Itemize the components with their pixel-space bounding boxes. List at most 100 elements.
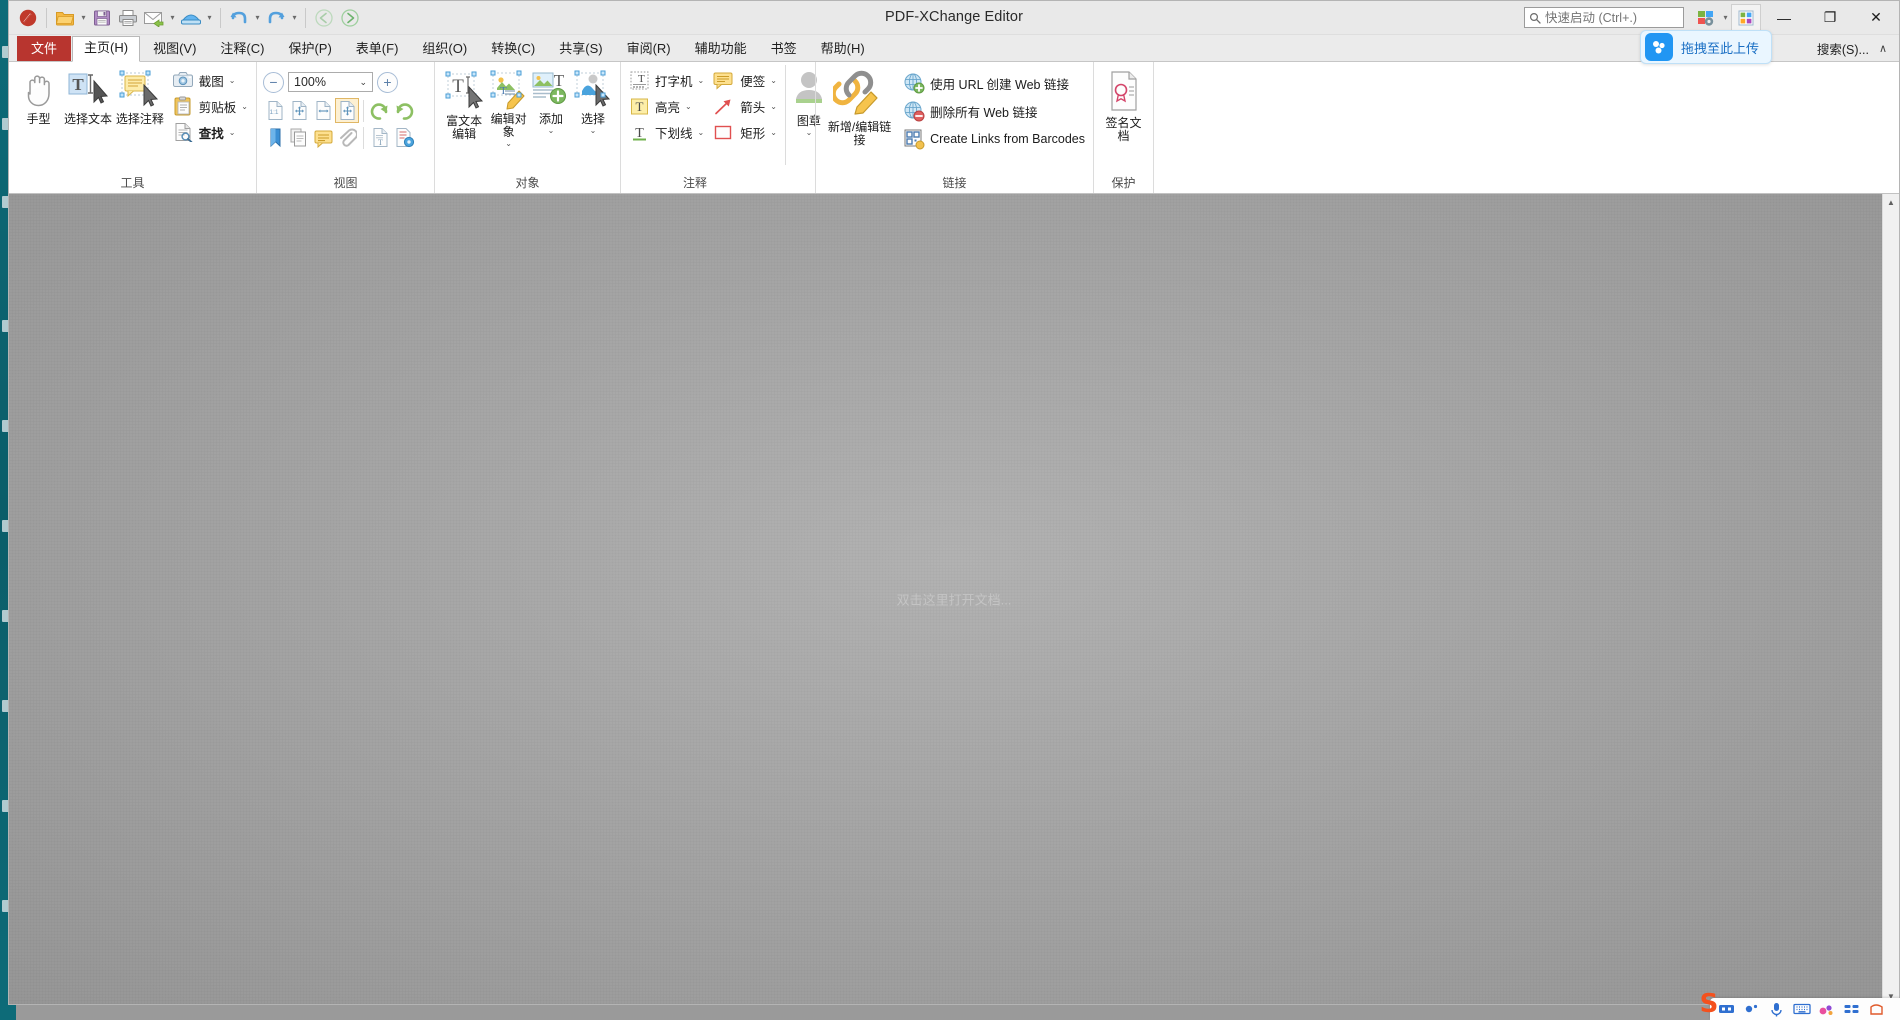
ui-options-icon[interactable] — [1692, 5, 1720, 31]
comment-typewriter[interactable]: T 打字机 ⌄ — [627, 67, 706, 93]
comment-underline[interactable]: T 下划线 ⌄ — [627, 119, 706, 145]
protect-sign-document-label: 签名文档 — [1105, 116, 1142, 143]
comment-arrow-label: 箭头 — [740, 100, 766, 115]
netdisk-upload-pill[interactable]: 拖拽至此上传 — [1639, 30, 1772, 64]
chevron-down-icon[interactable]: ⌄ — [229, 128, 236, 137]
rotate-left-icon[interactable] — [368, 98, 392, 123]
tool-find[interactable]: 查找 ⌄ — [170, 119, 250, 145]
tool-clipboard[interactable]: 剪贴板 ⌄ — [170, 93, 250, 119]
ribbon: 手型 T 选择文本 选择注释 截图 ⌄ 剪贴板 ⌄ 查找 ⌄ 工具 − 100%… — [9, 62, 1899, 194]
tools-small-column: 截图 ⌄ 剪贴板 ⌄ 查找 ⌄ — [170, 65, 250, 145]
vertical-scrollbar[interactable]: ▲ ▼ — [1882, 194, 1899, 1004]
attachments-pane-icon[interactable] — [335, 125, 359, 150]
chevron-down-icon[interactable]: ⌄ — [229, 76, 236, 85]
open-document-hint: 双击这里打开文档... — [896, 592, 1012, 608]
maximize-button[interactable]: ❐ — [1807, 2, 1853, 34]
content-pane-icon[interactable]: T — [368, 125, 392, 150]
ime-softkeyboard-icon[interactable] — [1789, 998, 1814, 1020]
edit-object-icon: T — [488, 69, 530, 111]
ime-skin-icon[interactable] — [1864, 998, 1889, 1020]
fit-width-icon[interactable] — [311, 98, 335, 123]
chevron-down-icon[interactable]: ⌄ — [698, 128, 705, 137]
close-button[interactable]: ✕ — [1853, 2, 1899, 34]
ime-voice-icon[interactable] — [1764, 998, 1789, 1020]
tab-convert[interactable]: 转换(C) — [480, 37, 546, 61]
rotate-right-icon[interactable] — [392, 98, 416, 123]
chevron-down-icon[interactable]: ⌄ — [359, 77, 372, 88]
tab-form[interactable]: 表单(F) — [345, 37, 410, 61]
protect-sign-document[interactable]: 签名文档 — [1100, 65, 1147, 143]
add-web-link-icon — [903, 72, 925, 94]
comments-pane-icon[interactable] — [311, 125, 335, 150]
link-add-edit[interactable]: 新增/编辑链接 — [822, 65, 897, 147]
object-edit[interactable]: T 编辑对象 ⌄ — [487, 65, 530, 148]
object-select[interactable]: 选择 ⌄ — [572, 65, 614, 135]
search-input[interactable] — [1541, 9, 1679, 26]
chevron-down-icon[interactable]: ⌄ — [685, 102, 692, 111]
scroll-up-arrow-icon[interactable]: ▲ — [1883, 194, 1899, 210]
svg-text:T: T — [72, 75, 84, 94]
quick-launch-search[interactable] — [1524, 7, 1684, 28]
tab-protect[interactable]: 保护(P) — [277, 37, 342, 61]
bookmarks-pane-icon[interactable] — [263, 125, 287, 150]
chevron-down-icon[interactable]: ⌄ — [806, 129, 813, 137]
ribbon-group-view: − 100% ⌄ + 1:1 T 视图 — [256, 62, 434, 193]
minimize-button[interactable]: — — [1761, 2, 1807, 34]
tab-accessibility[interactable]: 辅助功能 — [684, 37, 758, 61]
zoom-out-button[interactable]: − — [263, 71, 284, 93]
sogou-ime-logo[interactable]: S — [1692, 988, 1726, 1020]
tab-bookmarks[interactable]: 书签 — [760, 37, 808, 61]
object-rich-text-edit[interactable]: T 富文本编辑 — [441, 65, 487, 141]
chevron-down-icon[interactable]: ⌄ — [548, 127, 555, 135]
link-create-from-barcodes-label: Create Links from Barcodes — [930, 132, 1085, 146]
comment-col-1: T 打字机 ⌄ T 高亮 ⌄ T 下划线 ⌄ — [627, 65, 706, 145]
tab-review[interactable]: 审阅(R) — [616, 37, 682, 61]
ime-mode-icon[interactable] — [1739, 998, 1764, 1020]
link-create-from-barcodes[interactable]: Create Links from Barcodes — [901, 125, 1087, 153]
tab-home[interactable]: 主页(H) — [72, 36, 141, 62]
chevron-up-icon[interactable]: ∧ — [1879, 42, 1887, 55]
chevron-down-icon[interactable]: ⌄ — [770, 76, 777, 85]
tool-snapshot[interactable]: 截图 ⌄ — [170, 67, 250, 93]
layout-grid-icon[interactable] — [1731, 3, 1761, 32]
chevron-down-icon[interactable]: ⌄ — [698, 76, 705, 85]
comment-highlight[interactable]: T 高亮 ⌄ — [627, 93, 706, 119]
tab-file[interactable]: 文件 — [17, 36, 72, 61]
tab-help[interactable]: 帮助(H) — [810, 37, 876, 61]
chevron-down-icon[interactable]: ⌄ — [241, 102, 248, 111]
link-create-from-url[interactable]: 使用 URL 创建 Web 链接 — [901, 69, 1087, 97]
comment-rectangle[interactable]: 矩形 ⌄ — [710, 119, 779, 145]
chevron-down-icon[interactable]: ⌄ — [505, 140, 512, 148]
tool-select-text[interactable]: T 选择文本 — [62, 65, 114, 126]
comment-sticky-note[interactable]: 便签 ⌄ — [710, 67, 779, 93]
properties-pane-icon[interactable] — [392, 125, 416, 150]
fit-page-icon[interactable] — [287, 98, 311, 123]
tab-comment[interactable]: 注释(C) — [209, 37, 275, 61]
chevron-down-icon[interactable]: ⌄ — [590, 127, 597, 135]
zoom-level-combo[interactable]: 100% ⌄ — [288, 72, 373, 92]
zoom-control: − 100% ⌄ + — [263, 69, 398, 95]
select-comment-icon — [116, 69, 164, 111]
tool-hand[interactable]: 手型 — [15, 65, 62, 126]
thumbnails-pane-icon[interactable] — [287, 125, 311, 150]
single-page-icon[interactable]: 1:1 — [263, 98, 287, 123]
tab-share[interactable]: 共享(S) — [548, 37, 613, 61]
svg-text:T: T — [554, 71, 565, 90]
chevron-down-icon[interactable]: ⌄ — [770, 102, 777, 111]
comment-sticky-note-label: 便签 — [740, 74, 766, 89]
ime-toolbox-icon[interactable] — [1839, 998, 1864, 1020]
ui-options-dropdown-icon[interactable]: ▾ — [1720, 5, 1731, 31]
link-remove-all-web[interactable]: 删除所有 Web 链接 — [901, 97, 1087, 125]
chevron-down-icon[interactable]: ⌄ — [770, 128, 777, 137]
tab-organize[interactable]: 组织(O) — [411, 37, 478, 61]
fit-visible-icon[interactable] — [335, 98, 359, 123]
ribbon-search-label[interactable]: 搜索(S)... — [1817, 39, 1869, 58]
zoom-in-button[interactable]: + — [377, 71, 398, 93]
document-workspace[interactable]: 双击这里打开文档... ▲ ▼ — [9, 194, 1899, 1004]
tab-view[interactable]: 视图(V) — [142, 37, 207, 61]
ime-emoji-icon[interactable] — [1814, 998, 1839, 1020]
comment-arrow[interactable]: 箭头 ⌄ — [710, 93, 779, 119]
ime-toolbar[interactable] — [1710, 998, 1900, 1020]
tool-select-comment[interactable]: 选择注释 — [114, 65, 166, 126]
object-add[interactable]: T 添加 ⌄ — [530, 65, 572, 135]
